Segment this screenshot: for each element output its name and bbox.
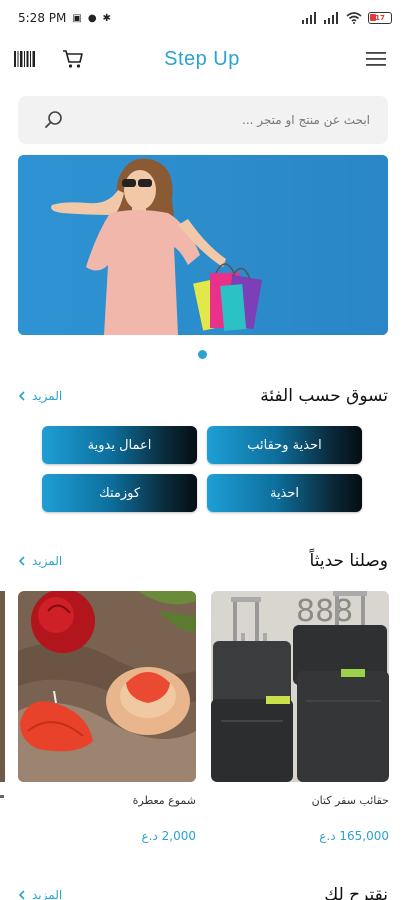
carousel-indicator (0, 350, 404, 359)
carousel-dot-active[interactable] (197, 350, 207, 359)
categories-header: المزيد تسوق حسب الفئة (18, 381, 388, 411)
search-icon[interactable] (44, 110, 64, 130)
suggest-more-link[interactable]: المزيد (18, 888, 62, 900)
cart-icon[interactable] (62, 49, 84, 69)
promo-banner[interactable] (18, 155, 388, 335)
battery-level: 17 (375, 14, 385, 22)
chevron-left-icon (18, 391, 25, 401)
categories-more-link[interactable]: المزيد (18, 389, 62, 403)
app-bar: Step Up (0, 36, 404, 82)
product-price: 2,000 د.ع (141, 829, 197, 843)
product-price: 165,000 د.ع (319, 829, 389, 843)
chevron-left-icon (18, 556, 25, 566)
new-arrivals-header: المزيد وصلنا حديثاً (18, 546, 388, 576)
suggest-more-label: المزيد (32, 888, 63, 900)
category-shoes-bags[interactable]: احذية وحقائب (207, 426, 362, 464)
categories-more-label: المزيد (32, 389, 63, 403)
product-name: حقائب سفر كتان (311, 794, 389, 807)
product-card-partial-name (0, 795, 4, 798)
barcode-icon[interactable] (14, 51, 36, 67)
product-card[interactable]: شموع معطرة 2,000 د.ع (18, 591, 196, 843)
category-shoes[interactable]: احذية (207, 474, 362, 512)
banner-image (18, 155, 388, 335)
signal-icon-2 (324, 12, 338, 24)
product-image: 888 (211, 591, 389, 782)
new-arrivals-more-link[interactable]: المزيد (18, 554, 62, 568)
category-handmade[interactable]: اعمال يدوية (42, 426, 197, 464)
product-image (18, 591, 196, 782)
app-bar-actions (14, 49, 84, 69)
settings-icon: ✱ (102, 12, 111, 24)
notification-icon: ▣ (72, 12, 82, 24)
wifi-icon (346, 12, 362, 24)
new-arrivals-more-label: المزيد (32, 554, 63, 568)
battery-icon: 17 (368, 12, 392, 24)
product-name: شموع معطرة (132, 794, 196, 807)
svg-text:888: 888 (296, 594, 353, 629)
categories-title: تسوق حسب الفئة (260, 386, 388, 406)
status-bar: 5:28 PM ▣ ● ✱ 17 (0, 0, 404, 36)
category-cosmetics[interactable]: كوزمتك (42, 474, 197, 512)
category-grid: اعمال يدوية احذية وحقائب كوزمتك احذية (42, 426, 362, 512)
new-arrivals-title: وصلنا حديثاً (309, 551, 388, 571)
product-card-partial[interactable] (0, 591, 5, 782)
status-left: 5:28 PM ▣ ● ✱ (18, 11, 111, 25)
messenger-icon: ● (87, 12, 97, 24)
chevron-left-icon (18, 890, 25, 900)
search-bar (18, 96, 388, 144)
status-right: 17 (302, 12, 392, 24)
suggest-header: المزيد نقترح لك (18, 880, 388, 900)
menu-icon[interactable] (366, 51, 386, 67)
product-card[interactable]: 888 حقائب سفر كتان 165,000 د.ع (211, 591, 389, 843)
search-input[interactable] (64, 113, 370, 127)
status-time: 5:28 PM (18, 11, 67, 25)
signal-icon (302, 12, 316, 24)
product-carousel: شموع معطرة 2,000 د.ع 888 حقائب سفر كتان … (0, 591, 404, 851)
suggest-title: نقترح لك (324, 885, 388, 900)
